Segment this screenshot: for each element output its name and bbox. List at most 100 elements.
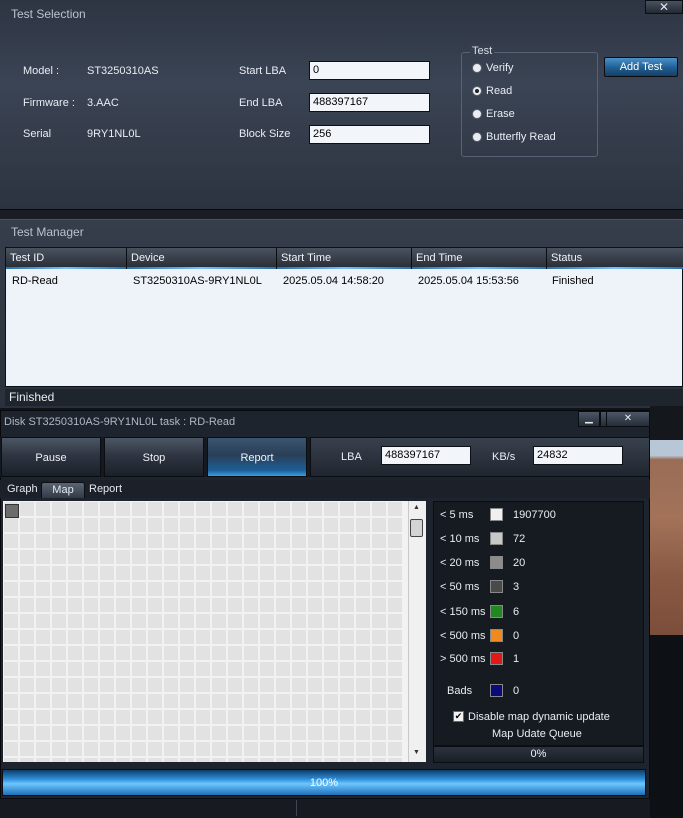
map-cell [4,758,18,762]
map-cursor-block [5,504,19,518]
map-cell [100,742,114,756]
pause-button[interactable]: Pause [1,437,101,477]
map-cell [100,662,114,676]
map-cell [228,630,242,644]
sector-map[interactable] [3,501,408,762]
map-cell [388,566,402,580]
read-radio-label[interactable]: Read [486,85,512,97]
map-cell [4,518,18,532]
add-test-button[interactable]: Add Test [604,57,678,77]
map-cell [244,550,258,564]
map-cell [228,694,242,708]
legend-swatch [490,629,503,642]
col-header-test-id[interactable]: Test ID [6,248,127,269]
disable-map-checkbox[interactable]: ✔ [453,711,464,722]
map-cell [308,742,322,756]
map-cell [84,518,98,532]
map-cell [260,662,274,676]
butterfly-read-radio-label[interactable]: Butterfly Read [486,131,556,143]
close-icon[interactable]: ✕ [645,0,683,14]
map-scrollbar[interactable]: ▲ ▼ [408,501,426,762]
map-cell [36,694,50,708]
map-cell [132,678,146,692]
end-lba-input[interactable]: 488397167 [309,93,430,112]
col-header-status[interactable]: Status [547,248,683,269]
map-cell [132,646,146,660]
map-cell [372,518,386,532]
col-header-device[interactable]: Device [127,248,277,269]
legend-swatch [490,580,503,593]
map-cell [52,646,66,660]
minimize-icon[interactable]: ▁ [578,411,600,427]
disable-map-label[interactable]: Disable map dynamic update [468,711,610,723]
map-cell [20,710,34,724]
map-cell [308,758,322,762]
tab-map[interactable]: Map [41,482,85,498]
map-cell [356,758,370,762]
table-row[interactable]: RD-Read ST3250310AS-9RY1NL0L 2025.05.04 … [6,270,682,288]
map-cell [308,678,322,692]
tab-graph[interactable]: Graph [3,482,42,498]
map-cell [324,678,338,692]
map-cell [244,630,258,644]
overall-progress-bar: 100% [2,769,646,796]
map-cell [148,678,162,692]
map-cell [68,518,82,532]
scrollbar-thumb[interactable] [410,519,423,537]
stop-button[interactable]: Stop [104,437,204,477]
map-cell [52,566,66,580]
legend-label: < 5 ms [440,509,474,521]
map-cell [164,662,178,676]
col-header-end-time[interactable]: End Time [412,248,547,269]
col-header-start-time[interactable]: Start Time [277,248,412,269]
scroll-up-icon[interactable]: ▲ [413,504,420,511]
map-cell [20,598,34,612]
read-radio[interactable] [472,86,482,96]
map-cell [4,646,18,660]
map-cell [388,726,402,740]
map-cell [52,550,66,564]
map-cell [292,518,306,532]
map-cell [52,726,66,740]
map-cell [100,758,114,762]
tab-report[interactable]: Report [85,482,126,498]
map-cell [52,758,66,762]
map-cell [356,630,370,644]
map-cell [116,550,130,564]
map-cell [132,582,146,596]
map-cell [148,726,162,740]
map-cell [324,502,338,516]
map-cell [84,630,98,644]
map-cell [84,598,98,612]
butterfly-read-radio[interactable] [472,132,482,142]
map-cell [148,566,162,580]
legend-swatch [490,556,503,569]
erase-radio[interactable] [472,109,482,119]
cell-device: ST3250310AS-9RY1NL0L [133,275,262,287]
erase-radio-label[interactable]: Erase [486,108,515,120]
verify-radio-label[interactable]: Verify [486,62,514,74]
map-cell [340,662,354,676]
legend-value: 1907700 [513,509,556,521]
close-window-icon[interactable]: ✕ [606,411,650,427]
map-cell [244,582,258,596]
map-cell [84,662,98,676]
map-cell [20,518,34,532]
map-cell [148,662,162,676]
map-cell [164,582,178,596]
map-cell [244,694,258,708]
map-cell [132,726,146,740]
map-cell [52,614,66,628]
block-size-input[interactable]: 256 [309,125,430,144]
start-lba-input[interactable]: 0 [309,61,430,80]
map-cell [308,710,322,724]
map-cell [84,726,98,740]
cell-start-time: 2025.05.04 14:58:20 [283,275,384,287]
map-cell [84,550,98,564]
verify-radio[interactable] [472,63,482,73]
map-cell [132,630,146,644]
map-cell [52,598,66,612]
report-button[interactable]: Report [207,437,307,477]
scroll-down-icon[interactable]: ▼ [413,749,420,756]
map-cell [68,502,82,516]
